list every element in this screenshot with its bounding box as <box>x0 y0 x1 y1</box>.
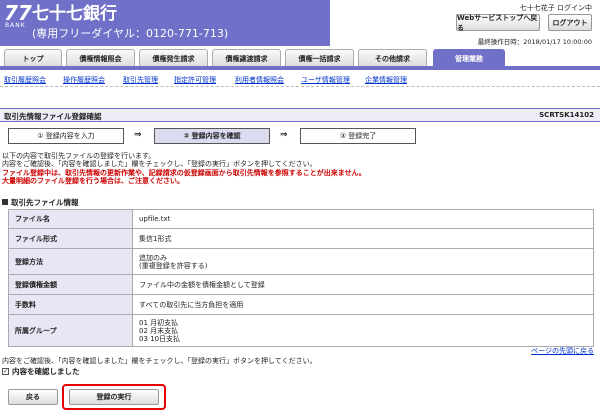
free-dial: (専用フリーダイヤル：0120-771-713) <box>32 27 229 40</box>
web-service-top-button[interactable]: Webサービストップへ戻る <box>456 14 540 32</box>
execute-registration-button[interactable]: 登録の実行 <box>69 389 159 405</box>
step-input: ① 登録内容を入力 <box>8 128 124 144</box>
table-row: ファイル形式 集信1形式 <box>8 228 594 249</box>
confirm-checkbox-label: 内容を確認しました <box>12 367 80 376</box>
subnav-user-info-management[interactable]: ユーザ情報管理 <box>301 75 350 85</box>
main-tabs: トップ 債権情報照会 債権発生請求 債権譲渡請求 債権一括請求 その他請求 管理… <box>0 49 600 67</box>
tab-claim-inquiry[interactable]: 債権情報照会 <box>66 49 135 67</box>
section-title-text: 取引先ファイル情報 <box>11 198 79 207</box>
screen-id: SCRTSK14102 <box>539 111 594 119</box>
warning-message-2: 大量明細のファイル登録を行う場合は、ご注意ください。 <box>2 177 184 185</box>
step-arrow-1: ⇒ <box>134 130 142 140</box>
tab-admin[interactable]: 管理業務 <box>433 49 505 67</box>
row-value-registration-method: 追加のみ (重複登録を許容する) <box>132 248 594 275</box>
table-row: 登録方法 追加のみ (重複登録を許容する) <box>8 248 594 275</box>
row-value-claim-amount: ファイル中の金額を債権金額として登録 <box>132 274 594 295</box>
row-label-registration-method: 登録方法 <box>8 248 133 275</box>
row-label-claim-amount: 登録債権金額 <box>8 274 133 295</box>
file-info-table: ファイル名 upfile.txt ファイル形式 集信1形式 登録方法 追加のみ … <box>8 209 594 347</box>
table-row: 手数料 すべての取引先に当方負担を適用 <box>8 294 594 315</box>
bank-logo-banner: 77 BANK 七十七銀行 (専用フリーダイヤル：0120-771-713) <box>0 0 330 46</box>
sub-navigation: 取引履歴照会 操作履歴照会 取引先管理 指定許可管理 利用者情報照会 ユーザ情報… <box>0 73 600 87</box>
logout-button[interactable]: ログアウト <box>548 14 592 31</box>
subnav-permission-management[interactable]: 指定許可管理 <box>174 75 216 85</box>
row-label-file-format: ファイル形式 <box>8 228 133 249</box>
last-operation-time: 最終操作日時：2018/01/17 10:00:00 <box>477 38 592 46</box>
tab-claim-transfer[interactable]: 債権譲渡請求 <box>212 49 281 67</box>
tab-claim-bulk[interactable]: 債権一括請求 <box>285 49 354 67</box>
info-message-2: 内容をご確認後、「内容を確認しました」欄をチェックし、「登録の実行」ボタンを押し… <box>2 160 317 168</box>
user-status: 七十七花子 ログイン中 <box>519 4 592 12</box>
bank-name: 七十七銀行 <box>32 4 117 24</box>
page-title-bar: 取引先情報ファイル登録確認 SCRTSK14102 <box>0 108 600 122</box>
subnav-company-info-management[interactable]: 企業情報管理 <box>365 75 407 85</box>
logo-number: 77 <box>4 1 32 25</box>
logo-bank-text: BANK <box>5 22 26 29</box>
subnav-partner-management[interactable]: 取引先管理 <box>123 75 158 85</box>
back-button[interactable]: 戻る <box>8 389 58 405</box>
row-value-file-format: 集信1形式 <box>132 228 594 249</box>
row-label-file-name: ファイル名 <box>8 209 133 229</box>
subnav-operation-history[interactable]: 操作履歴照会 <box>63 75 105 85</box>
tab-other-requests[interactable]: その他請求 <box>358 49 427 67</box>
page-top-link[interactable]: ページの先頭に戻る <box>531 346 594 356</box>
tab-bar-divider <box>0 66 600 70</box>
row-value-file-name: upfile.txt <box>132 209 594 229</box>
section-title: 取引先ファイル情報 <box>2 197 79 208</box>
confirm-checkbox[interactable]: ✓ <box>2 368 9 375</box>
tab-claim-issue[interactable]: 債権発生請求 <box>139 49 208 67</box>
confirm-message: 内容をご確認後、「内容を確認しました」欄をチェックし、「登録の実行」ボタンを押し… <box>2 357 317 365</box>
step-confirm: ② 登録内容を確認 <box>154 128 270 144</box>
header: 77 BANK 七十七銀行 (専用フリーダイヤル：0120-771-713) 七… <box>0 0 600 46</box>
subnav-user-info-inquiry[interactable]: 利用者情報照会 <box>235 75 284 85</box>
tab-top[interactable]: トップ <box>4 49 62 67</box>
table-row: 所属グループ 01 月初支払 02 月末支払 03 10日支払 <box>8 314 594 347</box>
row-value-fee: すべての取引先に当方負担を適用 <box>132 294 594 315</box>
step-complete: ③ 登録完了 <box>300 128 416 144</box>
section-square-icon <box>2 199 8 205</box>
table-row: 登録債権金額 ファイル中の金額を債権金額として登録 <box>8 274 594 295</box>
confirm-checkbox-row[interactable]: ✓ 内容を確認しました <box>2 366 80 377</box>
subnav-transaction-history[interactable]: 取引履歴照会 <box>4 75 46 85</box>
table-row: ファイル名 upfile.txt <box>8 209 594 229</box>
row-label-fee: 手数料 <box>8 294 133 315</box>
step-arrow-2: ⇒ <box>280 130 288 140</box>
row-label-group: 所属グループ <box>8 314 133 347</box>
row-value-group: 01 月初支払 02 月末支払 03 10日支払 <box>132 314 594 347</box>
page-title: 取引先情報ファイル登録確認 <box>4 112 102 121</box>
